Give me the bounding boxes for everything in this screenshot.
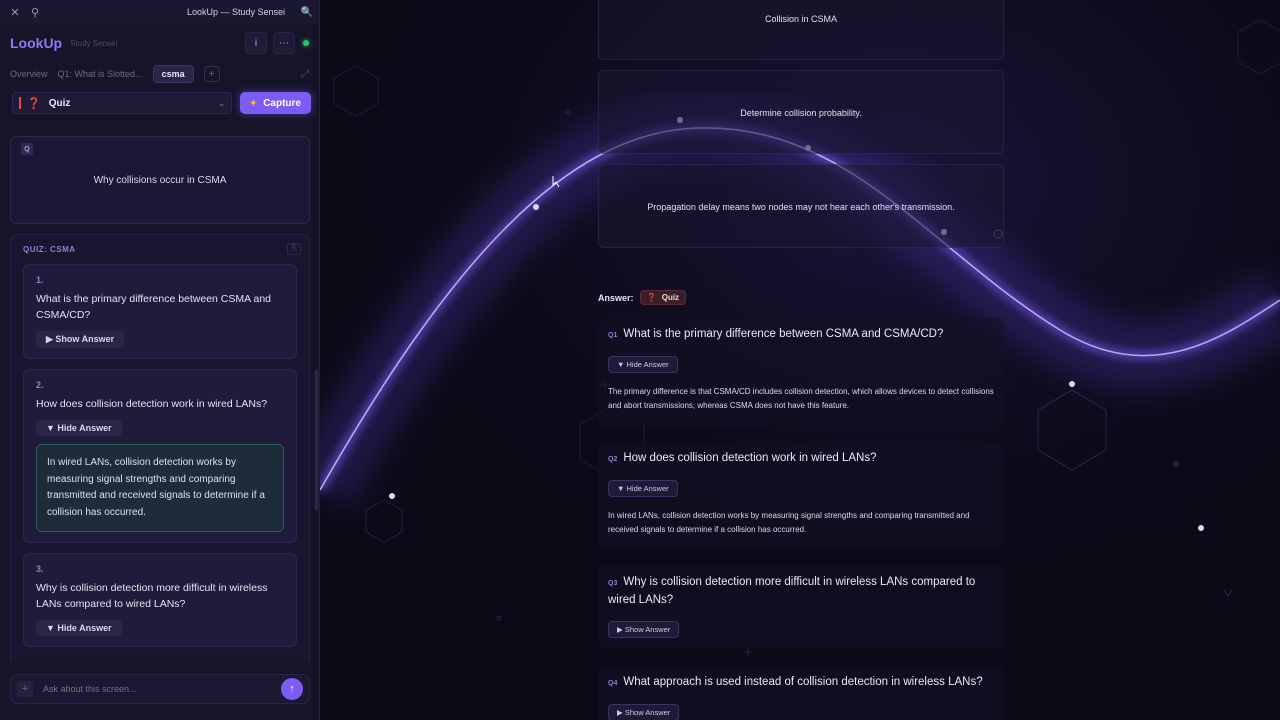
quiz-item: 2. How does collision detection work in … — [23, 369, 297, 543]
window-title: LookUp — Study Sensei — [186, 7, 285, 17]
connection-status-dot — [303, 40, 309, 46]
qa-item: Q4 What approach is used instead of colli… — [598, 666, 1004, 720]
chevron-down-icon: ⌄ — [218, 98, 225, 108]
sidebar-scrollbar[interactable] — [315, 370, 318, 510]
qa-tag: Q2 — [608, 456, 618, 463]
topic-card: Determine collision probability. — [598, 70, 1004, 154]
qa-question: Q4 What approach is used instead of colli… — [608, 674, 994, 692]
quiz-item-number: 1. — [36, 275, 44, 285]
show-answer-button[interactable]: ▶ Show Answer — [36, 331, 125, 348]
quiz-mode-badge: ❓ Quiz — [639, 290, 687, 305]
capture-label: Capture — [263, 97, 301, 109]
qa-answer: In wired LANs, collision detection works… — [608, 511, 970, 534]
hide-answer-button[interactable]: ▼ Hide Answer — [36, 620, 122, 636]
mode-label: Quiz — [48, 97, 71, 109]
quiz-item: 1. What is the primary difference betwee… — [23, 264, 297, 359]
tab-bar: Overview Q1: What is Slotted... csma + ⤢ — [0, 62, 319, 86]
qa-answer: The primary difference is that CSMA/CD i… — [608, 387, 994, 410]
question-card: Q Why collisions occur in CSMA — [10, 136, 310, 224]
qa-tag: Q3 — [608, 580, 618, 587]
topic-card: Propagation delay means two nodes may no… — [598, 164, 1004, 248]
quiz-item-question: What is the primary difference between C… — [36, 293, 272, 321]
main-content: Collision in CSMA Determine collision pr… — [324, 0, 1280, 720]
close-icon[interactable]: ✕ — [8, 6, 22, 19]
quiz-block: QUIZ: CSMA ⎘ 1. What is the primary diff… — [10, 234, 310, 662]
qa-tag: Q4 — [608, 680, 618, 687]
qa-question: Q2 How does collision detection work in w… — [608, 450, 994, 468]
hide-answer-button[interactable]: ▼ Hide Answer — [36, 420, 122, 436]
hide-answer-button[interactable]: ▼ Hide Answer — [608, 480, 678, 497]
app-subtitle: Study Sensei — [70, 38, 118, 48]
question-badge: Q — [21, 143, 33, 155]
quiz-title: QUIZ: CSMA — [23, 245, 76, 254]
qa-question-text: What approach is used instead of collisi… — [623, 676, 983, 688]
copy-icon[interactable]: ⎘ — [287, 243, 301, 255]
tab-overview[interactable]: Overview — [10, 69, 48, 79]
show-answer-button[interactable]: ▶ Show Answer — [608, 704, 680, 720]
qa-question-text: Why is collision detection more difficul… — [608, 576, 976, 606]
capture-button[interactable]: ✦ Capture — [239, 92, 311, 114]
chat-input[interactable] — [43, 684, 281, 694]
question-card-text: Why collisions occur in CSMA — [93, 175, 227, 186]
send-button[interactable]: ↑ — [281, 678, 303, 700]
window-titlebar: ✕ ⚲ LookUp — Study Sensei 🔍 — [0, 0, 319, 24]
expand-icon[interactable]: ⤢ — [301, 69, 309, 80]
quiz-item-number: 3. — [36, 564, 44, 574]
qa-question: Q3 Why is collision detection more diffic… — [608, 574, 994, 609]
qa-item: Q3 Why is collision detection more diffic… — [598, 566, 1004, 648]
qa-item: Q2 How does collision detection work in w… — [598, 442, 1004, 548]
question-mark-icon: ❓ — [646, 293, 657, 302]
question-mark-icon: ❓ — [27, 97, 41, 110]
topic-card-text: Determine collision probability. — [740, 108, 862, 118]
quiz-item-question: Why is collision detection more difficul… — [36, 582, 268, 610]
quiz-item: 3. Why is collision detection more diffi… — [23, 553, 297, 647]
pin-icon[interactable]: ⚲ — [28, 6, 42, 19]
tab-q1[interactable]: Q1: What is Slotted... — [58, 69, 143, 79]
topic-card-text: Collision in CSMA — [764, 14, 838, 24]
add-tab-button[interactable]: + — [203, 66, 220, 82]
qa-item: Q1 What is the primary difference between… — [598, 318, 1004, 426]
mode-row: ❓ Quiz ⌄ ✦ Capture — [0, 86, 319, 120]
hide-answer-button[interactable]: ▼ Hide Answer — [608, 356, 678, 373]
answer-label-text: Answer: — [598, 292, 634, 303]
topic-card-text: Propagation delay means two nodes may no… — [647, 202, 955, 212]
app-logo: LookUp — [10, 35, 63, 51]
answer-box: In wired LANs, collision detection works… — [36, 444, 284, 532]
qa-question: Q1 What is the primary difference between… — [608, 326, 994, 344]
quiz-badge-label: Quiz — [661, 293, 680, 302]
qa-question-text: What is the primary difference between C… — [623, 328, 944, 340]
topic-card: Collision in CSMA — [598, 0, 1004, 60]
sidebar-panel: ✕ ⚲ LookUp — Study Sensei 🔍 LookUp Study… — [0, 0, 320, 720]
show-answer-button[interactable]: ▶ Show Answer — [608, 621, 680, 638]
attach-plus-icon[interactable]: + — [17, 681, 33, 697]
quiz-item-number: 2. — [36, 380, 44, 390]
mode-color-bar — [19, 97, 21, 109]
qa-tag: Q1 — [608, 332, 618, 339]
app-header: LookUp Study Sensei i ⋯ — [0, 24, 319, 62]
more-options-icon[interactable]: ⋯ — [273, 32, 295, 54]
sparkle-icon: ✦ — [249, 97, 258, 108]
info-icon[interactable]: i — [245, 32, 267, 54]
chat-bar: + ↑ — [10, 674, 310, 704]
qa-question-text: How does collision detection work in wir… — [623, 452, 877, 464]
quiz-item-question: How does collision detection work in wir… — [36, 398, 268, 410]
tab-csma[interactable]: csma — [152, 65, 194, 83]
mode-dropdown[interactable]: ❓ Quiz ⌄ — [12, 92, 232, 114]
search-icon[interactable]: 🔍 — [301, 7, 313, 18]
answer-label: Answer: ❓ Quiz — [598, 290, 687, 305]
sidebar-scroll-area[interactable]: Q Why collisions occur in CSMA QUIZ: CSM… — [10, 130, 310, 662]
